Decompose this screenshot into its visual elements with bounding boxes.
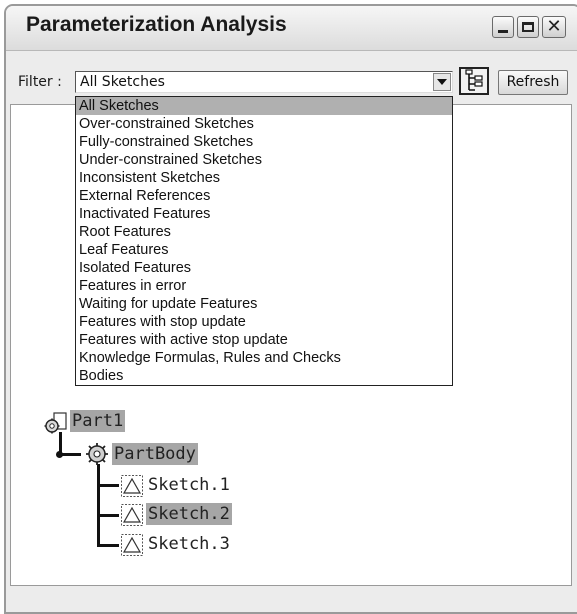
- sketch-icon[interactable]: [120, 474, 144, 502]
- tree-view-icon: [465, 69, 483, 91]
- close-button[interactable]: ✕: [542, 16, 566, 38]
- maximize-button[interactable]: [517, 16, 539, 38]
- tree-connector: [97, 484, 119, 487]
- sketch-icon[interactable]: [120, 533, 144, 561]
- minimize-button[interactable]: [492, 16, 514, 38]
- filter-option-inactivated-features[interactable]: Inactivated Features: [76, 205, 452, 223]
- tree-connector: [97, 464, 100, 546]
- chevron-down-icon: [437, 79, 447, 85]
- tree-node-sketch-1[interactable]: Sketch.1: [146, 474, 232, 496]
- tree-node-part1[interactable]: Part1: [70, 410, 126, 432]
- maximize-icon: [522, 22, 534, 32]
- filter-option-inconsistent[interactable]: Inconsistent Sketches: [76, 169, 452, 187]
- filter-option-leaf-features[interactable]: Leaf Features: [76, 241, 452, 259]
- title-bar[interactable]: Parameterization Analysis ✕: [6, 6, 577, 51]
- filter-dropdown[interactable]: All Sketches: [75, 71, 453, 93]
- tree-node-dot: [56, 451, 63, 458]
- filter-option-under-constrained[interactable]: Under-constrained Sketches: [76, 151, 452, 169]
- filter-option-knowledge[interactable]: Knowledge Formulas, Rules and Checks: [76, 349, 452, 367]
- filter-option-all-sketches[interactable]: All Sketches: [76, 97, 452, 115]
- filter-option-external-references[interactable]: External References: [76, 187, 452, 205]
- filter-selected-value: All Sketches: [80, 74, 165, 90]
- partbody-gear-icon[interactable]: [84, 441, 110, 471]
- filter-option-features-in-error[interactable]: Features in error: [76, 277, 452, 295]
- tree-node-sketch-2[interactable]: Sketch.2: [146, 503, 232, 525]
- close-icon: ✕: [546, 16, 562, 37]
- refresh-button[interactable]: Refresh: [498, 70, 568, 95]
- filter-label: Filter :: [18, 74, 62, 90]
- filter-option-over-constrained[interactable]: Over-constrained Sketches: [76, 115, 452, 133]
- dropdown-arrow-button[interactable]: [433, 73, 451, 91]
- sketch-icon[interactable]: [120, 503, 144, 531]
- minimize-icon: [498, 30, 508, 33]
- filter-options-list[interactable]: All Sketches Over-constrained Sketches F…: [75, 96, 453, 386]
- tree-node-partbody[interactable]: PartBody: [112, 443, 198, 465]
- filter-option-root-features[interactable]: Root Features: [76, 223, 452, 241]
- tree-connector: [97, 544, 119, 547]
- tree-view-button[interactable]: [459, 67, 489, 95]
- window-title: Parameterization Analysis: [26, 13, 287, 36]
- filter-option-isolated-features[interactable]: Isolated Features: [76, 259, 452, 277]
- filter-option-active-stop-update[interactable]: Features with active stop update: [76, 331, 452, 349]
- filter-option-fully-constrained[interactable]: Fully-constrained Sketches: [76, 133, 452, 151]
- filter-option-bodies[interactable]: Bodies: [76, 367, 452, 385]
- filter-option-waiting-for-update[interactable]: Waiting for update Features: [76, 295, 452, 313]
- filter-option-stop-update[interactable]: Features with stop update: [76, 313, 452, 331]
- tree-connector: [97, 514, 119, 517]
- tree-node-sketch-3[interactable]: Sketch.3: [146, 533, 232, 555]
- part-gear-icon[interactable]: [44, 410, 70, 440]
